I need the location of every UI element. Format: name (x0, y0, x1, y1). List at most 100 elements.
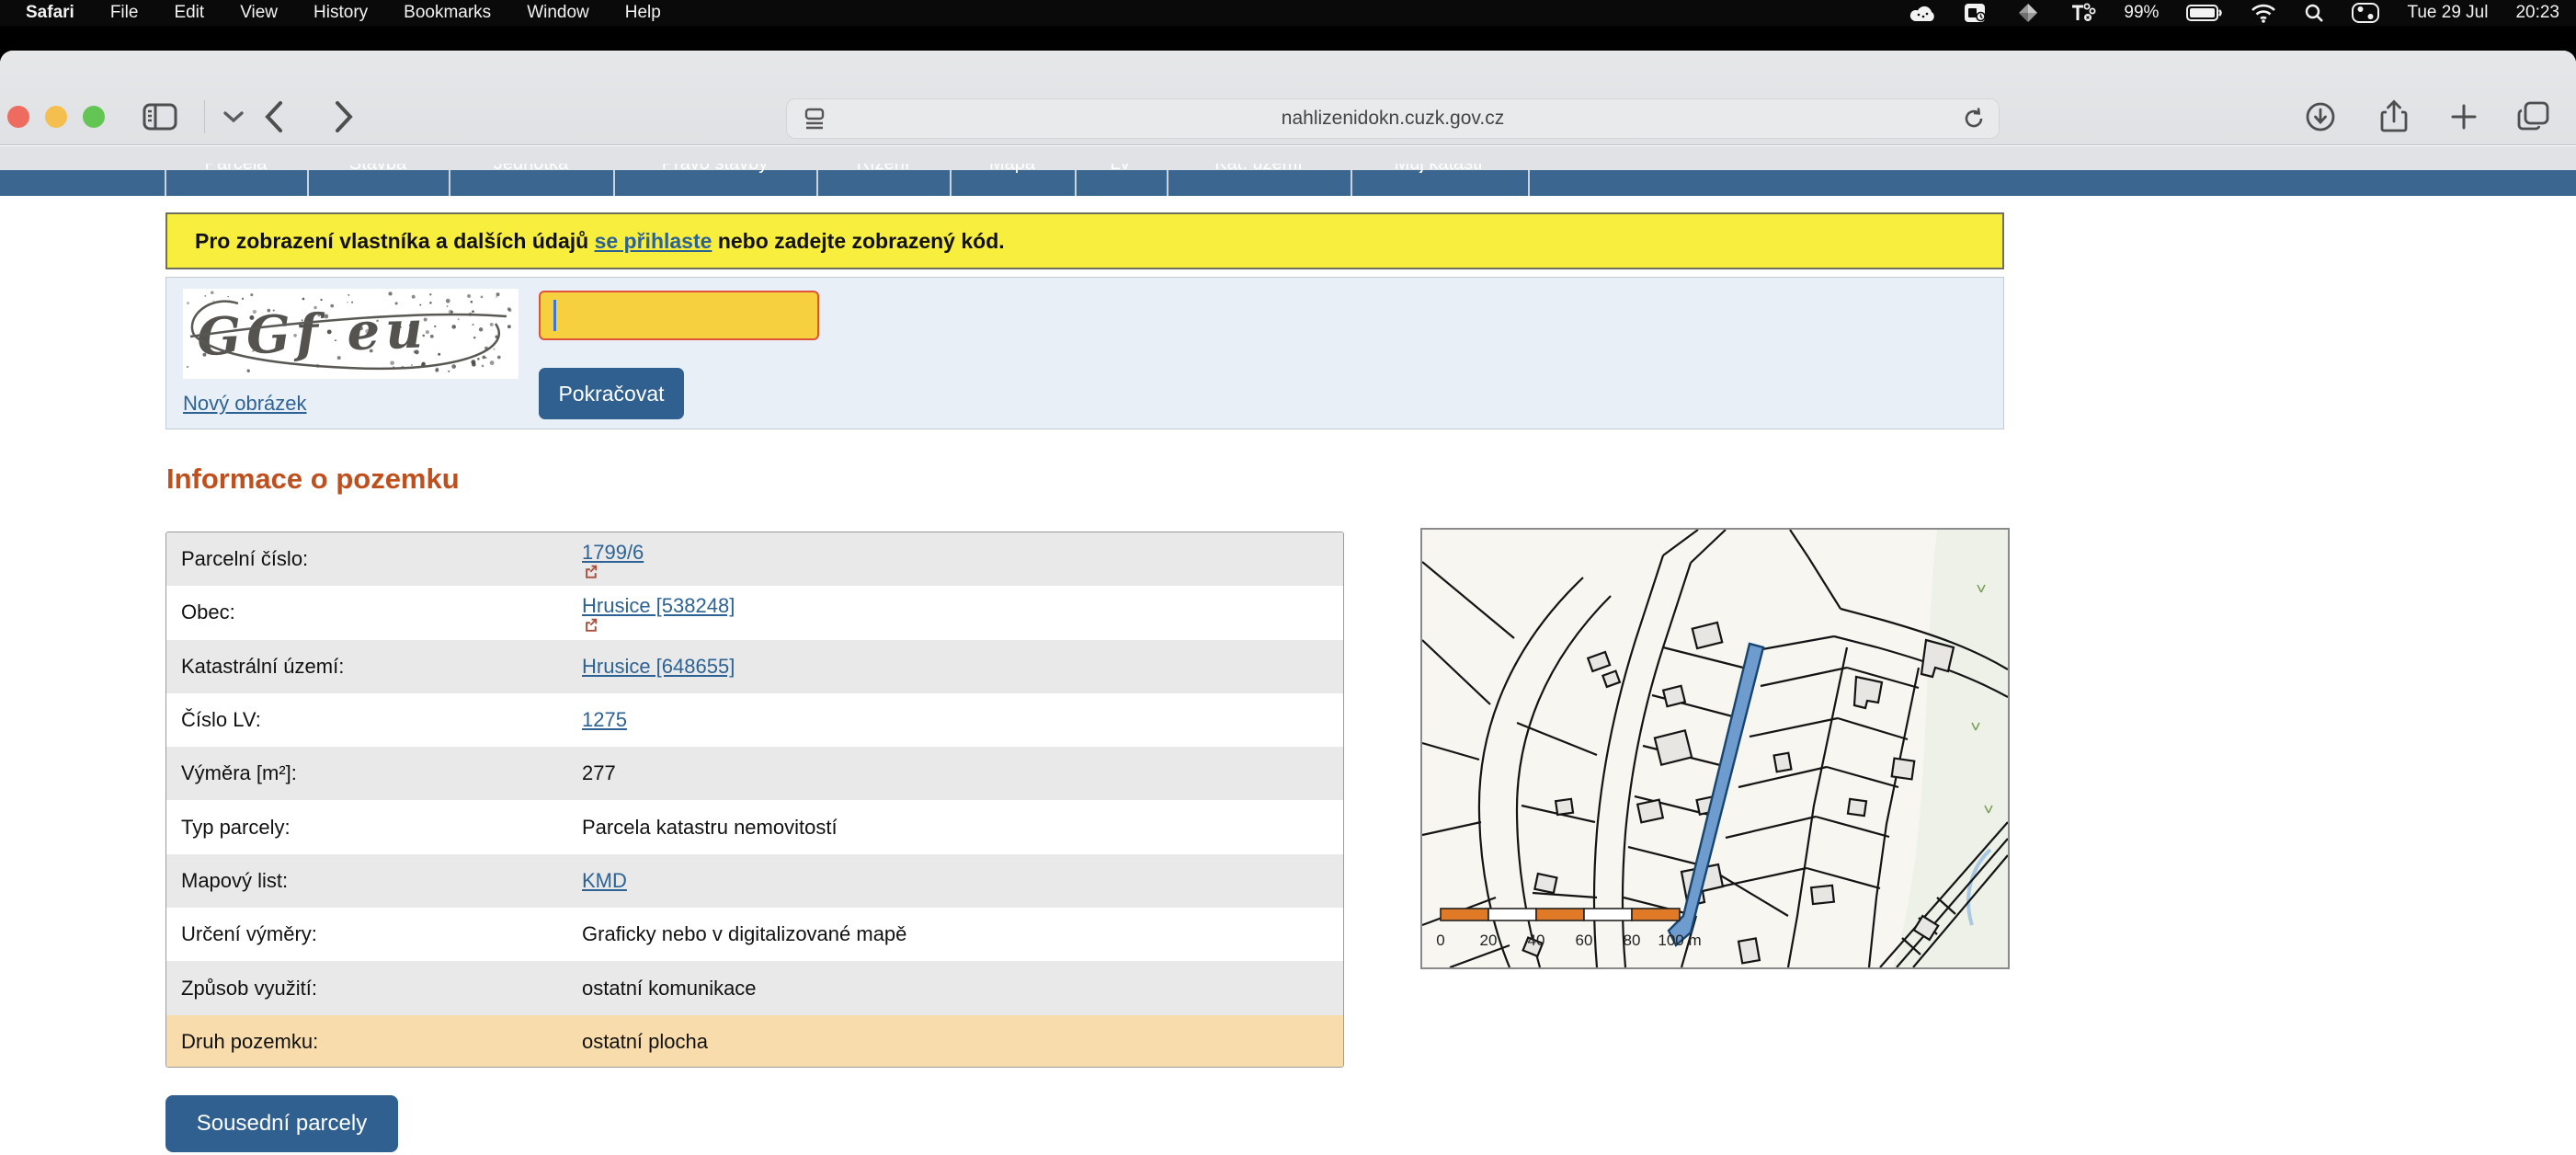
address-bar[interactable]: nahlizenidokn.cuzk.gov.cz (786, 98, 2000, 139)
row-value: ostatní plocha (582, 1030, 708, 1054)
share-icon[interactable] (2368, 95, 2420, 139)
login-warning-banner: Pro zobrazení vlastníka a dalších údajů … (165, 212, 2004, 269)
scale-tick-label: 80 (1624, 932, 1641, 949)
row-label: Parcelní číslo: (166, 547, 582, 571)
tab-separator (449, 170, 450, 196)
continue-button[interactable]: Pokračovat (539, 368, 684, 419)
tab-overview-icon[interactable] (2506, 95, 2561, 139)
table-row: Parcelní číslo:1799/6 (166, 532, 1343, 586)
row-label: Výměra [m²]: (166, 761, 582, 785)
banner-text-pre: Pro zobrazení vlastníka a dalších údajů (195, 229, 588, 254)
url-text: nahlizenidokn.cuzk.gov.cz (787, 108, 1999, 130)
row-label: Katastrální území: (166, 655, 582, 679)
row-label: Obec: (166, 600, 582, 624)
page-format-icon[interactable] (802, 106, 827, 132)
row-value-link[interactable]: Hrusice [538248] (582, 594, 735, 617)
menu-date[interactable]: Tue 29 Jul (2407, 3, 2488, 23)
row-value: 1799/6 (582, 541, 644, 578)
control-center-icon[interactable] (2352, 3, 2379, 23)
row-value: ostatní komunikace (582, 977, 757, 1001)
scale-tick-label: 40 (1528, 932, 1545, 949)
menu-view[interactable]: View (240, 3, 278, 23)
table-row: Mapový list:KMD (166, 854, 1343, 908)
row-value: KMD (582, 869, 627, 893)
row-label: Číslo LV: (166, 708, 582, 732)
tab-separator (1167, 170, 1168, 196)
sidebar-chevron-down-icon[interactable] (217, 95, 250, 139)
drive-shape-icon[interactable] (2015, 2, 2041, 24)
back-icon[interactable] (250, 95, 298, 139)
table-row: Způsob využití:ostatní komunikace (166, 961, 1343, 1014)
tab-separator (165, 170, 166, 196)
neighboring-parcels-button[interactable]: Sousední parcely (165, 1095, 398, 1152)
menu-history[interactable]: History (313, 3, 368, 23)
row-value-link[interactable]: 1275 (582, 708, 627, 731)
menu-edit[interactable]: Edit (174, 3, 204, 23)
row-value: Graficky nebo v digitalizované mapě (582, 922, 906, 946)
captcha-panel: GGf eu Nový obrázek Pokračovat (165, 277, 2004, 429)
row-value: Parcela katastru nemovitostí (582, 816, 838, 840)
scale-tick-label: 100 m (1658, 932, 1701, 949)
reload-icon[interactable] (1962, 107, 1986, 131)
sidebar-toggle-icon[interactable] (138, 95, 182, 139)
captcha-code-text: GGf eu (196, 299, 429, 368)
text-caret (553, 300, 556, 331)
captcha-input[interactable] (539, 291, 819, 340)
safari-window: nahlizenidokn.cuzk.gov.cz ParcelaStavbaJ… (0, 51, 2576, 1155)
row-value-link[interactable]: KMD (582, 869, 627, 892)
close-window-button[interactable] (7, 106, 29, 128)
zoom-window-button[interactable] (83, 106, 105, 128)
tab-separator (307, 170, 309, 196)
calendar-app-icon[interactable] (1964, 2, 1988, 24)
menu-bar: Safari File Edit View History Bookmarks Window… (0, 0, 2576, 26)
menu-clock[interactable]: 20:23 (2515, 3, 2559, 23)
menu-safari[interactable]: Safari (26, 3, 74, 23)
menu-file[interactable]: File (110, 3, 139, 23)
table-row: Katastrální území:Hrusice [648655] (166, 640, 1343, 693)
tab-separator (613, 170, 615, 196)
menu-window[interactable]: Window (527, 3, 589, 23)
wifi-icon[interactable] (2251, 4, 2276, 23)
row-label: Mapový list: (166, 869, 582, 893)
table-row: Typ parcely:Parcela katastru nemovitostí (166, 800, 1343, 853)
page-title: Informace o pozemku (166, 463, 460, 496)
tab-separator (1528, 170, 1530, 196)
parcel-info-table: Parcelní číslo:1799/6Obec:Hrusice [53824… (165, 532, 1344, 1068)
site-nav-tabbar: ParcelaStavbaJednotkaPrávo stavbyŘízeníM… (0, 146, 2576, 196)
cloud-icon[interactable] (1909, 3, 1936, 23)
new-tab-icon[interactable] (2438, 95, 2490, 139)
row-value-link[interactable]: 1799/6 (582, 541, 644, 564)
downloads-icon[interactable] (2295, 95, 2346, 139)
tab-separator (816, 170, 818, 196)
menu-bookmarks[interactable]: Bookmarks (404, 3, 491, 23)
tab-separator (1351, 170, 1352, 196)
row-value: 277 (582, 761, 616, 785)
tab-clip-cover (0, 146, 2576, 164)
banner-text-post: nebo zadejte zobrazený kód. (718, 229, 1005, 254)
table-row: Obec:Hrusice [538248] (166, 586, 1343, 639)
text-tool-icon[interactable] (2069, 2, 2096, 24)
tab-separator (950, 170, 952, 196)
forward-icon[interactable] (320, 95, 368, 139)
table-row: Určení výměry:Graficky nebo v digitalizo… (166, 908, 1343, 961)
web-content: ParcelaStavbaJednotkaPrávo stavbyŘízeníM… (0, 146, 2576, 1155)
battery-percentage: 99% (2124, 3, 2159, 23)
external-link-icon (584, 618, 598, 632)
cadastral-map[interactable]: 020406080100 m (1420, 528, 2010, 969)
spotlight-search-icon[interactable] (2304, 3, 2324, 23)
new-captcha-link[interactable]: Nový obrázek (183, 392, 307, 416)
status-icons: 99% Tue 29 Jul 20:23 (1909, 2, 2576, 24)
row-label: Typ parcely: (166, 816, 582, 840)
external-link-icon (584, 565, 598, 578)
row-label: Určení výměry: (166, 922, 582, 946)
login-link[interactable]: se přihlaste (595, 229, 712, 254)
row-value: Hrusice [648655] (582, 655, 735, 679)
battery-icon[interactable] (2186, 4, 2223, 22)
row-value-link[interactable]: Hrusice [648655] (582, 655, 735, 678)
row-label: Druh pozemku: (166, 1030, 582, 1054)
toolbar-divider (204, 100, 205, 133)
menu-help[interactable]: Help (625, 3, 661, 23)
minimize-window-button[interactable] (45, 106, 67, 128)
table-row: Číslo LV:1275 (166, 693, 1343, 747)
row-value: Hrusice [538248] (582, 594, 735, 632)
